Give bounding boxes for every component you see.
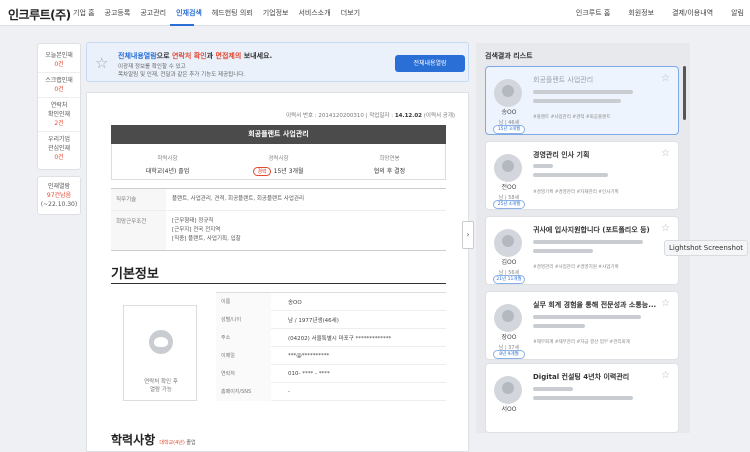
summary-career: 경력사항 경력 15년 3개월 (223, 144, 334, 179)
profile-photo-placeholder: 연락처 확인 후 열람 가능 (123, 305, 197, 401)
result-title: 회공플랜트 사업관리 (533, 76, 594, 84)
free-view-date: (~22.10.30) (40, 201, 78, 208)
star-icon[interactable]: ☆ (661, 73, 670, 84)
result-card[interactable]: 장OO 남 | 37세 8년 9개월 실무 회계 경험을 통해 전문성과 소통능… (485, 291, 679, 360)
star-icon[interactable]: ☆ (661, 223, 670, 234)
result-title: 경영관리 인사 기획 (533, 151, 590, 159)
nav-member-info[interactable]: 회원정보 (628, 8, 654, 18)
avatar (494, 304, 522, 332)
free-view-count: 97건남음 (46, 192, 72, 199)
profile-row-gender-age: 성별/나이 남 / 1977년생(46세) (216, 310, 446, 329)
notice-headline: 전체내용열람으로 연락처 확인과 면접제의 보내세요. (118, 52, 273, 60)
basic-info-heading: 기본정보 (111, 267, 159, 282)
resume-detail: 이력서 번호 : 2014120200310 | 작업일자 : 14.12.02… (86, 92, 469, 452)
job-row-conditions: 희망근무조건 [근무형태] 정규직 [근무지] 전국 전지역 [직종] 플랜트, … (111, 211, 446, 250)
avatar (494, 229, 522, 257)
result-card[interactable]: 서OO Digital 컨설팅 4년차 이력관리 ☆ (485, 363, 679, 433)
section-divider (111, 283, 446, 284)
career-years-badge: 8년 9개월 (493, 350, 525, 359)
result-card[interactable]: 전OO 남 | 58세 25년 4개월 경영관리 인사 기획 #경영기획 #경영… (485, 141, 679, 210)
star-icon[interactable]: ☆ (661, 370, 670, 381)
star-icon[interactable]: ☆ (661, 148, 670, 159)
result-tags: #경영관리 #사업관리 #경영지원 #사업기획 (533, 265, 619, 270)
nav-link-company-info[interactable]: 기업정보 (263, 8, 289, 18)
result-card[interactable]: 김OO 남 | 56세 21년 11개월 귀사에 입사지원합니다 (포트폴리오 … (485, 216, 679, 285)
results-scrollbar[interactable] (683, 66, 686, 120)
nav-link-talent-search[interactable]: 인재검색 (176, 8, 202, 18)
nav-link-more[interactable]: 더보기 (341, 8, 360, 18)
profile-row-email: 이메일 ***@********** (216, 346, 446, 365)
job-table: 직무기술 플랜트, 사업관리, 견적, 회공플랜트, 회공플랜트 사업관리 희망근… (111, 188, 446, 251)
nav-link-manage-jobs[interactable]: 공고관리 (140, 8, 166, 18)
nav-link-headhunting[interactable]: 헤드헌팅 의뢰 (212, 8, 253, 18)
result-title: 귀사에 입사지원합니다 (포트폴리오 등) (533, 226, 650, 234)
rail-item-today-viewed[interactable]: 오늘본인재 0건 (38, 48, 80, 73)
star-icon[interactable]: ☆ (661, 298, 670, 309)
job-row-skills: 직무기술 플랜트, 사업관리, 견적, 회공플랜트, 회공플랜트 사업관리 (111, 189, 446, 211)
star-icon: ☆ (95, 54, 109, 72)
result-tags: #재무회계 #재무관리 #자금 결산 업무 #관리회계 (533, 340, 630, 345)
talent-counts-card: 오늘본인재 0건 스크랩인재 0건 연락처 확인인재 2건 우리기업 관심인재 0건 (37, 43, 81, 170)
summary-education: 학력사항 대학교(4년) 졸업 (145, 156, 190, 175)
free-view-card: 인재열람 97건남음 (~22.10.30) (37, 176, 81, 215)
rail-item-interested[interactable]: 우리기업 관심인재 0건 (38, 132, 80, 165)
notice-description: 이광재 정보를 확인할 수 있고 목차알림 및 인재, 전달과 같은 추가 기능도… (118, 64, 246, 78)
full-view-notice: ☆ 전체내용열람으로 연락처 확인과 면접제의 보내세요. 이광재 정보를 확인… (86, 42, 469, 82)
main-nav-links: 기업 홈 공고등록 공고관리 인재검색 헤드헌팅 의뢰 기업정보 서비스소개 더… (73, 0, 370, 26)
career-badge: 경력 (253, 167, 271, 176)
user-nav: 인크루트 홈 회원정보 결제/이용내역 알림 (558, 0, 744, 26)
screenshot-tooltip: Lightshot Screenshot (664, 240, 748, 256)
photo-caption: 연락처 확인 후 열람 가능 (144, 379, 178, 393)
rail-item-scrapped[interactable]: 스크랩인재 0건 (38, 73, 80, 98)
result-tags: #플랜트 #사업관리 #견적 #회공플랜트 (533, 115, 611, 120)
profile-row-phone: 연락처 010- **** - **** (216, 364, 446, 383)
profile-table: 이름 송OO 성별/나이 남 / 1977년생(46세) 주소 (04202) 서울특… (216, 292, 446, 401)
result-title: 실무 회계 경험을 통해 전문성과 소통능... (533, 301, 657, 309)
career-years-badge: 25년 4개월 (493, 200, 525, 209)
nav-link-post-job[interactable]: 공고등록 (105, 8, 131, 18)
top-navigation: 인크루트(주) 기업 홈 공고등록 공고관리 인재검색 헤드헌팅 의뢰 기업정보… (0, 0, 750, 26)
avatar (494, 154, 522, 182)
result-title: Digital 컨설팅 4년차 이력관리 (533, 373, 630, 381)
nav-link-service-intro[interactable]: 서비스소개 (298, 8, 330, 18)
person-icon (149, 330, 173, 354)
site-logo[interactable]: 인크루트(주) (8, 6, 71, 23)
rail-item-contact-checked[interactable]: 연락처 확인인재 2건 (38, 98, 80, 132)
left-quick-rail: 오늘본인재 0건 스크랩인재 0건 연락처 확인인재 2건 우리기업 관심인재 0건 인… (37, 43, 81, 215)
resume-meta: 이력서 번호 : 2014120200310 | 작업일자 : 14.12.02… (286, 113, 456, 119)
active-tab-indicator (170, 24, 194, 26)
full-view-button[interactable]: 전체내용열람 (395, 55, 465, 72)
nav-link-corp-home[interactable]: 기업 홈 (73, 8, 95, 18)
profile-row-address: 주소 (04202) 서울특별시 마포구 ************* (216, 328, 446, 347)
search-results-panel: 검색결과 리스트 송OO 남 | 46세 15년 3개월 회공플랜트 사업관리 … (476, 43, 690, 433)
career-years-badge: 21년 11개월 (493, 275, 525, 284)
education-heading: 학력사항 대학교(4년) 졸업 (111, 433, 196, 447)
nav-notifications[interactable]: 알림 (731, 8, 744, 18)
nav-incruit-home[interactable]: 인크루트 홈 (576, 8, 610, 18)
nav-payment-history[interactable]: 결제/이용내역 (672, 8, 713, 18)
result-card[interactable]: 송OO 남 | 46세 15년 3개월 회공플랜트 사업관리 #플랜트 #사업관… (485, 66, 679, 135)
panel-toggle-chevron-icon[interactable]: › (462, 221, 474, 249)
profile-row-sns: 홈페이지/SNS - (216, 382, 446, 401)
avatar (494, 79, 522, 107)
free-view-label: 인재열람 (47, 183, 71, 190)
profile-row-name: 이름 송OO (216, 292, 446, 311)
avatar (494, 376, 522, 404)
result-tags: #경영기획 #경영관리 #자재관리 #인사기획 (533, 190, 619, 195)
summary-salary: 희망연봉 협의 후 결정 (373, 156, 406, 175)
resume-title: 회공플랜트 사업관리 (111, 125, 446, 144)
resume-summary: 학력사항 대학교(4년) 졸업 경력사항 경력 15년 3개월 희망연봉 협의 후 결정 (111, 144, 446, 180)
career-years-badge: 15년 3개월 (493, 125, 525, 134)
search-results-title: 검색결과 리스트 (485, 52, 533, 60)
